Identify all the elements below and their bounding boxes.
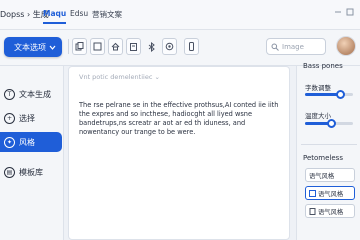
tab-maqu[interactable]: Maqu (43, 9, 67, 24)
home-button[interactable] (108, 38, 123, 55)
sidebar: T 文本生成 + 选择 ✦ 风格 ▤ 模板库 (0, 66, 64, 240)
plus-circle-icon: + (4, 112, 15, 124)
sidebar-item-text-generation[interactable]: T 文本生成 (0, 84, 62, 104)
frame-icon (93, 42, 102, 51)
sidebar-item-style[interactable]: ✦ 风格 (0, 132, 62, 152)
bluetooth-icon (148, 41, 155, 52)
copy-icon (75, 42, 84, 51)
phone-button[interactable] (184, 38, 199, 55)
search-placeholder: Image (282, 42, 304, 51)
search-input[interactable]: Image (266, 38, 326, 55)
template-icon: ▤ (4, 166, 15, 178)
frame-button[interactable] (90, 38, 105, 55)
style-select-label: 文本选项 (14, 42, 46, 52)
maximize-icon[interactable] (346, 8, 354, 16)
sidebar-item-label: 模板库 (19, 167, 43, 177)
paste-icon (130, 43, 137, 51)
style-select-button[interactable]: 文本选项 (4, 37, 62, 57)
temperature-slider[interactable] (305, 119, 353, 128)
slider-fill (305, 93, 340, 96)
tab-marketing-copy[interactable]: 营销文案 (92, 9, 122, 20)
tone-style-chip[interactable]: 语气风格 (305, 168, 355, 182)
panel-divider (301, 144, 357, 145)
tab-edsu[interactable]: Edsu (70, 9, 88, 18)
sidebar-item-label: 选择 (19, 113, 35, 123)
target-button[interactable] (162, 38, 177, 55)
chip-label: 语气风格 (318, 208, 344, 216)
edit-icon (309, 189, 316, 197)
copy-button[interactable] (72, 38, 87, 55)
target-icon (165, 42, 174, 51)
title-bar: Dopss › 生成 Maqu Edsu 营销文案 (0, 0, 360, 30)
app-title: Dopss › 生成 (0, 10, 49, 19)
toolbar: 文本选项 Image (0, 30, 360, 66)
avatar[interactable] (336, 36, 356, 56)
editor-content[interactable]: The rse pelrane se in the effective prot… (79, 101, 284, 137)
text-editor[interactable]: Vnt potic demelentiiec ⌄ The rse pelrane… (68, 66, 290, 240)
slider-thumb[interactable] (327, 119, 336, 128)
phone-icon (189, 42, 194, 51)
window-controls (334, 8, 354, 16)
slider-label-temperature: 温度大小 (305, 112, 331, 120)
slider-label-word-count: 字数调整 (305, 84, 331, 92)
sidebar-item-label: 风格 (19, 137, 35, 147)
search-icon (271, 43, 279, 51)
tone-style-chip[interactable]: 语气风格 (305, 204, 355, 218)
sidebar-item-select[interactable]: + 选择 (0, 108, 62, 128)
toolbar-divider (68, 39, 69, 54)
style-icon: ✦ (4, 136, 15, 148)
panel-heading: Bass pones (303, 62, 343, 70)
section-heading: Petomeless (303, 154, 343, 162)
slider-thumb[interactable] (336, 90, 345, 99)
chip-label: 语气风格 (309, 172, 335, 180)
paste-button[interactable] (126, 38, 141, 55)
minimize-icon[interactable] (334, 8, 342, 16)
settings-panel: Bass pones 字数调整 温度大小 Petomeless 语气风格 语气风… (296, 62, 360, 240)
word-count-slider[interactable] (305, 90, 353, 99)
sidebar-item-label: 文本生成 (19, 89, 51, 99)
chevron-down-icon (49, 45, 56, 50)
home-icon (111, 42, 120, 51)
document-icon (309, 207, 316, 215)
editor-placeholder: Vnt potic demelentiiec ⌄ (79, 73, 160, 81)
bluetooth-button[interactable] (144, 38, 159, 55)
text-icon: T (4, 88, 15, 100)
sidebar-item-template-library[interactable]: ▤ 模板库 (0, 162, 62, 182)
chip-label: 语气风格 (318, 190, 344, 198)
tone-style-chip[interactable]: 语气风格 (305, 186, 355, 200)
